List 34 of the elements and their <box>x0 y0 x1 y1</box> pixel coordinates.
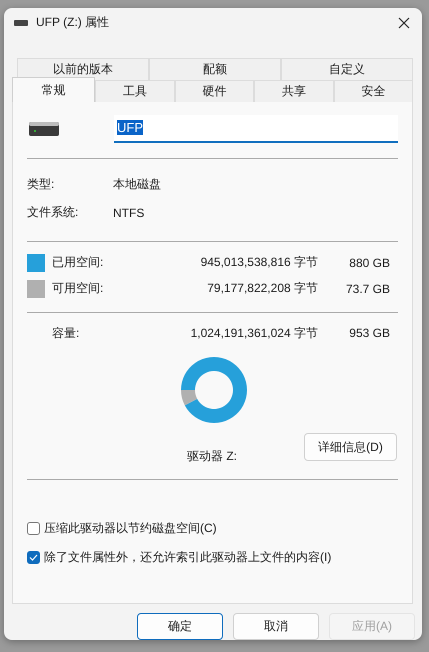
info-label: 文件系统: <box>27 204 80 222</box>
hard-drive-icon <box>29 122 59 136</box>
drive-icon <box>14 20 28 26</box>
checkbox[interactable] <box>27 522 40 535</box>
name-field[interactable]: UFP <box>114 114 398 143</box>
space-label: 可用空间: <box>52 280 104 298</box>
tab[interactable]: 共享 <box>254 80 334 102</box>
info-label: 类型: <box>27 176 56 194</box>
dialog-button[interactable]: 取消 <box>233 613 319 640</box>
tab[interactable]: 硬件 <box>174 80 254 102</box>
capacity-bytes: 1,024,191,361,024 字节 <box>190 324 318 342</box>
checkbox-label: 除了文件属性外，还允许索引此驱动器上文件的内容(I) <box>44 548 332 566</box>
space-label: 已用空间: <box>52 254 104 272</box>
space-size: 880 GB <box>348 256 390 270</box>
tab[interactable]: 工具 <box>95 80 174 102</box>
capacity-size: 953 GB <box>348 326 390 340</box>
space-bytes: 945,013,538,816 字节 <box>200 254 318 272</box>
space-bytes: 79,177,822,208 字节 <box>206 280 318 298</box>
checkbox-label: 压缩此驱动器以节约磁盘空间(C) <box>44 520 217 537</box>
tab[interactable]: 配额 <box>149 58 281 80</box>
details-button[interactable]: 详细信息(D) <box>304 433 397 462</box>
drive-label: 驱动器 Z: <box>187 448 237 465</box>
close-icon[interactable] <box>398 16 410 29</box>
tab[interactable]: 以前的版本 <box>17 58 149 80</box>
tab[interactable]: 常规 <box>12 76 95 102</box>
capacity-label: 容量: <box>52 324 80 342</box>
info-value: NTFS <box>113 206 144 220</box>
window-title: UFP (Z:) 属性 <box>36 14 110 32</box>
tab[interactable]: 自定义 <box>281 58 413 80</box>
dialog-button[interactable]: 确定 <box>137 613 223 640</box>
info-value: 本地磁盘 <box>113 176 161 194</box>
space-size: 73.7 GB <box>344 282 390 296</box>
tab[interactable]: 安全 <box>334 80 413 102</box>
checkbox[interactable] <box>27 550 40 564</box>
